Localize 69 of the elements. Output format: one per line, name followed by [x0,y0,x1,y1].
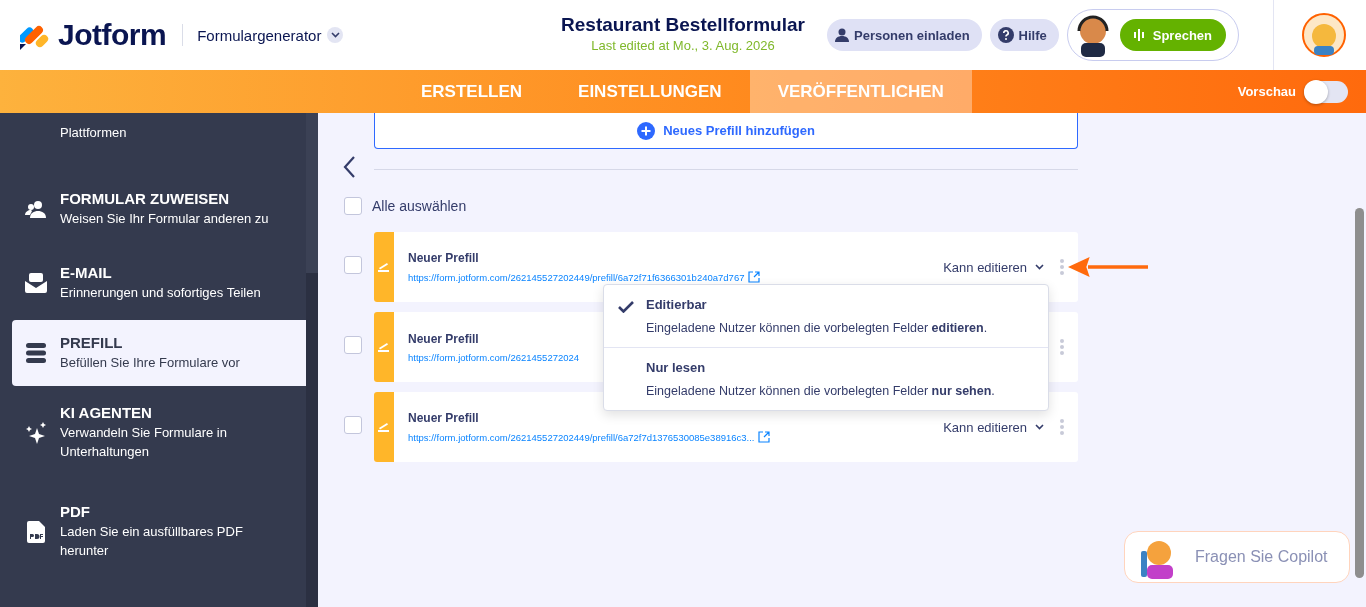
sidebar-item-description: Laden Sie ein ausfüllbares PDF herunter [60,523,244,560]
sidebar-item-description: Weisen Sie Ihr Formular anderen zu [60,210,270,228]
more-options-icon[interactable] [1060,339,1064,355]
chevron-down-icon [1035,264,1044,270]
permission-option[interactable]: Editierbar Eingeladene Nutzer können die vorbelegten Felder editieren. [604,285,1048,347]
back-button[interactable] [342,155,358,179]
soundwave-icon [1133,29,1146,41]
sidebar-item-description: Verwandeln Sie Formulare in Unterhaltungen [60,424,228,461]
sidebar-item-description: Plattformen [60,124,128,142]
row-checkbox[interactable] [344,416,362,434]
sidebar-item-title: FORMULAR ZUWEISEN [60,190,231,207]
prefill-title: Neuer Prefill [408,251,480,265]
option-title: Nur lesen [646,360,707,375]
select-all-checkbox[interactable] [344,197,362,215]
people-icon [25,200,47,218]
sparkle-icon [25,421,47,444]
preview-toggle[interactable] [1304,80,1348,103]
prefill-title: Neuer Prefill [408,331,480,346]
pencil-icon [378,262,390,272]
sidebar-item[interactable]: PREFILL Befüllen Sie Ihre Formulare vor [12,320,306,386]
plus-icon [637,121,656,140]
external-link-icon[interactable] [748,271,761,283]
preview-label: Vorschau [1237,84,1296,99]
help-icon [997,27,1014,43]
add-prefill-button[interactable]: Neues Prefill hinzufügen [374,113,1078,149]
sidebar-item[interactable]: E-MAIL Erinnerungen und sofortiges Teilen [12,246,306,320]
more-options-icon[interactable] [1060,419,1064,435]
pencil-icon [378,342,390,352]
more-options-icon[interactable] [1060,259,1064,275]
prefill-link[interactable]: https://form.jotform.com/262145527202449/prefill/6a72f71f6366301b240a7d767 [408,271,745,283]
sidebar-item-title: KI AGENTEN [60,404,153,421]
sidebar-item-title: E-MAIL [60,264,113,281]
sidebar-item-description: Erinnerungen und sofortiges Teilen [60,284,262,302]
prefill-link[interactable]: https://form.jotform.com/2621455272024 [408,351,580,363]
permission-dropdown[interactable]: Kann editieren [937,418,1050,436]
chevron-down-icon [1035,424,1044,430]
stack-icon [26,343,46,363]
check-icon [618,301,634,313]
select-all-label: Alle auswählen [372,198,467,214]
option-description: Eingeladene Nutzer können die vorbelegten Felder nur sehen. [646,384,995,398]
invite-button[interactable]: Personen einladen [827,19,982,51]
row-checkbox[interactable] [344,336,362,354]
sidebar-item-title: PDF [60,503,91,520]
prefill-link[interactable]: https://form.jotform.com/262145527202449/prefill/6a72f7d1376530085e38916c3... [408,431,755,443]
help-button[interactable]: Hilfe [989,19,1059,51]
external-link-icon[interactable] [758,431,771,443]
permission-dropdown[interactable]: Kann editieren [937,258,1050,276]
form-title: Restaurant Bestellformular [561,14,805,36]
last-edited-text: Last edited at Mo., 3. Aug. 2026 [591,38,775,53]
row-checkbox[interactable] [344,256,362,274]
chevron-down-icon [330,32,340,38]
sidebar-item[interactable]: PDF Laden Sie ein ausfüllbares PDF herunter [12,479,306,578]
sidebar-item-description: Befüllen Sie Ihre Formulare vor [60,354,241,372]
sidebar-item[interactable]: Plattformen [12,113,306,172]
sidebar-scrollbar[interactable] [306,113,318,607]
sidebar-item[interactable]: KI AGENTEN Verwandeln Sie Formulare in Unterhaltungen [12,386,306,479]
sidebar-item[interactable]: FORMULAR ZUWEISEN Weisen Sie Ihr Formular anderen zu [12,172,306,246]
option-title: Editierbar [646,297,708,312]
sidebar-item-title: PREFILL [60,334,124,351]
option-description: Eingeladene Nutzer können die vorbelegten Felder editieren. [646,321,988,335]
prefill-title: Neuer Prefill [408,411,480,425]
pencil-icon [378,422,390,432]
avatar-icon[interactable] [1302,13,1346,57]
envelope-icon [25,273,47,293]
person-icon [835,28,849,42]
product-dropdown[interactable]: Formulargenerator [197,26,344,44]
permission-option[interactable]: Nur lesen Eingeladene Nutzer können die vorbelegten Felder nur sehen. [604,347,1048,410]
brand-name: Jotform [58,18,167,52]
pdf-file-icon [27,520,45,543]
